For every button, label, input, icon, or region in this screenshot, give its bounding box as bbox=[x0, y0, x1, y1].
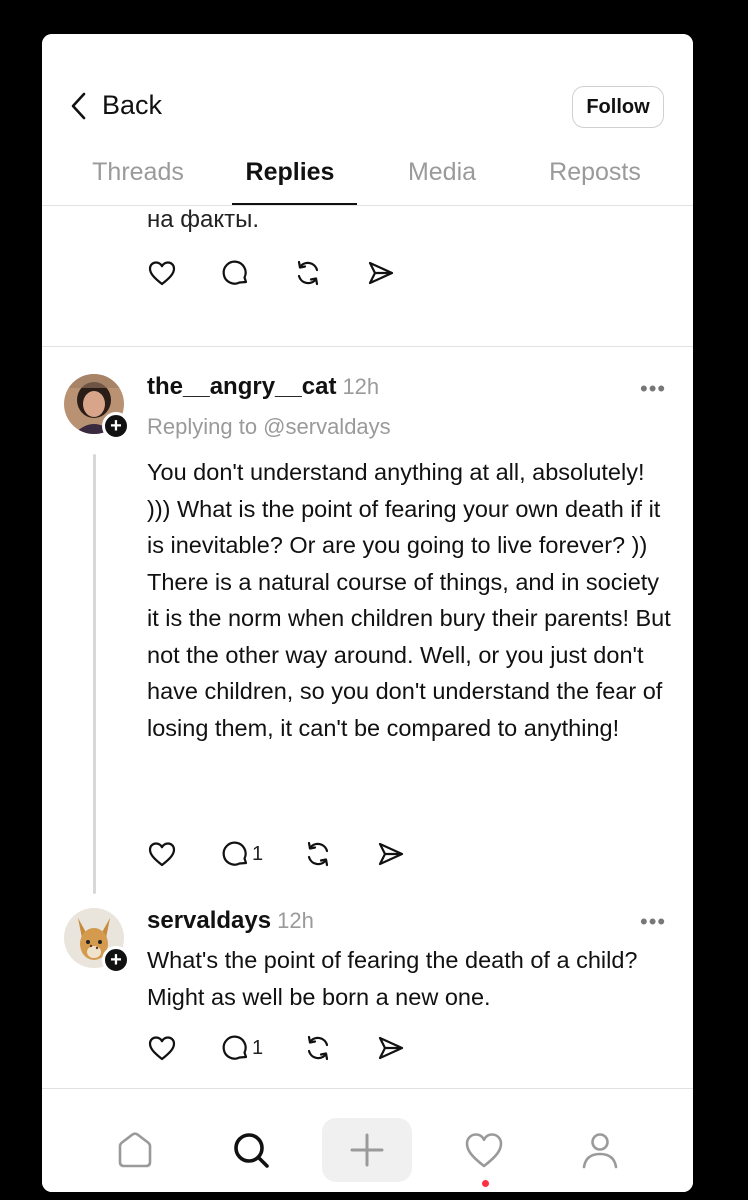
more-options-icon[interactable]: ••• bbox=[640, 376, 666, 402]
more-options-icon[interactable]: ••• bbox=[640, 909, 666, 935]
back-label: Back bbox=[102, 90, 163, 120]
repost-button[interactable] bbox=[303, 839, 333, 869]
app-screen: Back Follow Threads Replies Media Repost… bbox=[42, 34, 693, 1192]
post-divider bbox=[42, 346, 693, 347]
post-actions: 1 bbox=[147, 839, 406, 869]
nav-profile[interactable] bbox=[555, 1118, 645, 1182]
repost-icon bbox=[308, 1035, 329, 1061]
header: Back Follow Threads Replies Media Repost… bbox=[42, 34, 693, 206]
nav-search[interactable] bbox=[206, 1118, 296, 1182]
heart-icon bbox=[148, 261, 176, 286]
nav-activity[interactable] bbox=[439, 1118, 529, 1187]
follow-plus-badge[interactable]: + bbox=[102, 412, 130, 440]
share-button[interactable] bbox=[366, 258, 396, 288]
heart-icon bbox=[148, 842, 176, 867]
send-icon bbox=[368, 261, 394, 285]
post-time: 12h bbox=[277, 908, 314, 933]
share-button[interactable] bbox=[376, 839, 406, 869]
username[interactable]: servaldays 12h bbox=[147, 907, 314, 935]
reply-button[interactable] bbox=[220, 1033, 250, 1063]
reply-button[interactable] bbox=[220, 839, 250, 869]
follow-button[interactable]: Follow bbox=[572, 86, 664, 128]
comment-icon bbox=[222, 260, 248, 285]
chevron-left-icon bbox=[71, 92, 86, 119]
avatar[interactable]: + bbox=[64, 908, 130, 974]
share-button[interactable] bbox=[376, 1033, 406, 1063]
send-icon bbox=[379, 1036, 404, 1060]
tab-media[interactable]: Media bbox=[366, 158, 518, 187]
reply-button[interactable] bbox=[220, 258, 250, 288]
comment-icon bbox=[222, 1035, 248, 1060]
bottom-nav bbox=[42, 1112, 693, 1192]
reply-count: 1 bbox=[252, 1036, 264, 1059]
replying-to[interactable]: Replying to @servaldays bbox=[147, 414, 391, 440]
send-icon bbox=[379, 842, 404, 866]
tab-reposts[interactable]: Reposts bbox=[519, 158, 671, 187]
nav-home[interactable] bbox=[90, 1118, 180, 1182]
nav-create[interactable] bbox=[322, 1118, 412, 1182]
reply-count: 1 bbox=[252, 842, 264, 865]
username[interactable]: the__angry__cat 12h bbox=[147, 373, 379, 401]
active-tab-indicator bbox=[232, 203, 357, 205]
home-icon bbox=[118, 1132, 152, 1168]
heart-icon bbox=[148, 1036, 176, 1061]
post-text: You don't understand anything at all, ab… bbox=[147, 459, 671, 741]
post-text-truncated: на факты. bbox=[147, 206, 260, 233]
repost-button[interactable] bbox=[293, 258, 323, 288]
post-time: 12h bbox=[342, 374, 380, 399]
plus-icon bbox=[350, 1133, 384, 1167]
comment-icon bbox=[222, 841, 248, 866]
search-icon bbox=[234, 1133, 269, 1168]
back-button[interactable]: Back bbox=[68, 90, 162, 121]
like-button[interactable] bbox=[147, 839, 177, 869]
post-actions: 1 bbox=[147, 1033, 406, 1063]
thread-line bbox=[93, 454, 96, 894]
avatar[interactable]: + bbox=[64, 374, 130, 440]
repost-icon bbox=[297, 260, 319, 286]
repost-button[interactable] bbox=[303, 1033, 333, 1063]
tab-replies[interactable]: Replies bbox=[214, 158, 366, 187]
like-button[interactable] bbox=[147, 258, 177, 288]
heart-icon bbox=[465, 1133, 503, 1168]
tab-threads[interactable]: Threads bbox=[62, 158, 214, 187]
profile-icon bbox=[582, 1133, 618, 1169]
profile-tabs: Threads Replies Media Reposts bbox=[42, 152, 693, 206]
post-divider bbox=[42, 1088, 693, 1089]
follow-plus-badge[interactable]: + bbox=[102, 946, 130, 974]
notification-dot bbox=[482, 1180, 489, 1187]
like-button[interactable] bbox=[147, 1033, 177, 1063]
repost-icon bbox=[308, 841, 329, 867]
post-actions bbox=[147, 258, 396, 288]
replies-feed[interactable]: на факты. + the__angry__cat 12h ••• Repl… bbox=[42, 206, 693, 1112]
post-text: What's the point of fearing the death of… bbox=[147, 947, 638, 1010]
